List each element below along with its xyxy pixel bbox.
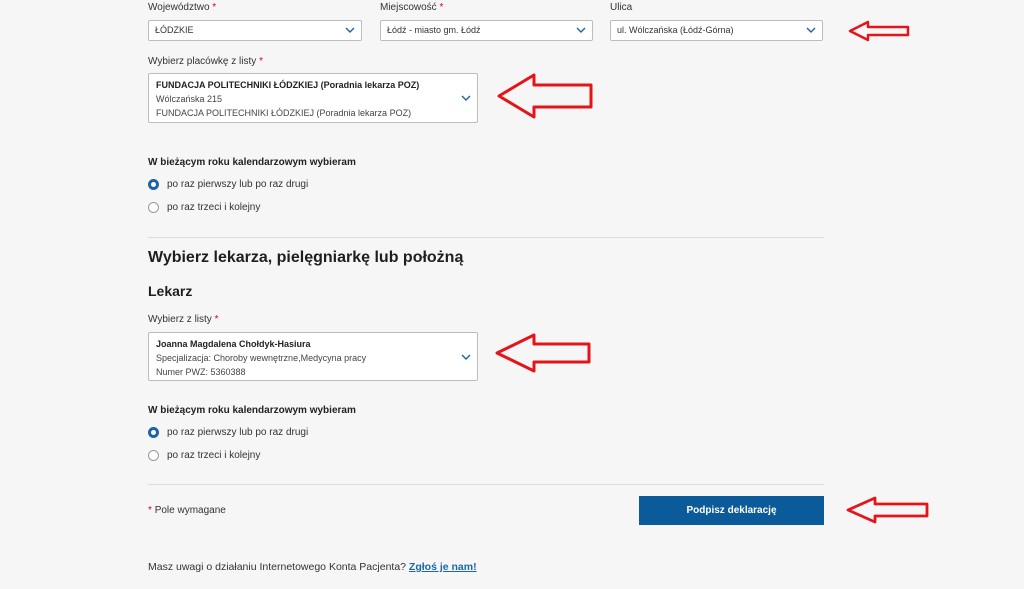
radio-unchecked-icon[interactable] — [148, 450, 159, 461]
voivodeship-select[interactable]: ŁÓDZKIE — [148, 20, 362, 41]
radio-first-or-second-2[interactable]: po raz pierwszy lub po raz drugi — [148, 427, 308, 438]
annotation-arrow-icon — [846, 496, 929, 524]
city-label: Miejscowość * — [380, 2, 444, 13]
chevron-down-icon — [806, 21, 816, 40]
radio-unchecked-icon[interactable] — [148, 202, 159, 213]
facility-label: Wybierz placówkę z listy * — [148, 56, 263, 67]
facility-name: FUNDACJA POLITECHNIKI ŁÓDZKIEJ (Poradnia… — [156, 80, 420, 90]
year-choice-title-2: W bieżącym roku kalendarzowym wybieram — [148, 405, 356, 416]
divider — [148, 237, 824, 238]
chevron-down-icon — [461, 89, 471, 108]
chevron-down-icon — [345, 21, 355, 40]
section-heading: Wybierz lekarza, pielęgniarkę lub położn… — [148, 249, 464, 266]
chevron-down-icon — [576, 21, 586, 40]
facility-subname: FUNDACJA POLITECHNIKI ŁÓDZKIEJ (Poradnia… — [156, 108, 412, 118]
sign-declaration-button[interactable]: Podpisz deklarację — [639, 496, 824, 525]
doctor-label: Wybierz z listy * — [148, 314, 219, 325]
year-choice-title: W bieżącym roku kalendarzowym wybieram — [148, 157, 356, 168]
radio-third-or-more[interactable]: po raz trzeci i kolejny — [148, 202, 260, 213]
facility-address: Wólczańska 215 — [156, 94, 223, 104]
feedback-link[interactable]: Zgłoś je nam! — [409, 561, 477, 573]
radio-first-or-second[interactable]: po raz pierwszy lub po raz drugi — [148, 179, 308, 190]
radio-checked-icon[interactable] — [148, 179, 159, 190]
street-select[interactable]: ul. Wólczańska (Łódź-Górna) — [610, 20, 823, 41]
feedback-footer: Masz uwagi o działaniu Internetowego Kon… — [148, 561, 477, 573]
doctor-pwz: Numer PWZ: 5360388 — [156, 367, 246, 377]
doctor-specialization: Specjalizacja: Choroby wewnętrzne,Medycy… — [156, 353, 367, 363]
radio-third-or-more-2[interactable]: po raz trzeci i kolejny — [148, 450, 260, 461]
annotation-arrow-icon — [848, 20, 910, 42]
radio-checked-icon[interactable] — [148, 427, 159, 438]
doctor-name: Joanna Magdalena Chołdyk-Hasiura — [156, 339, 311, 349]
divider — [148, 484, 824, 485]
doctor-select[interactable]: Joanna Magdalena Chołdyk-Hasiura Specjal… — [148, 332, 478, 381]
required-note: * Pole wymagane — [148, 505, 226, 516]
street-label: Ulica — [610, 2, 633, 13]
section-subheading: Lekarz — [148, 283, 193, 299]
facility-select[interactable]: FUNDACJA POLITECHNIKI ŁÓDZKIEJ (Poradnia… — [148, 73, 478, 123]
city-select[interactable]: Łódź - miasto gm. Łódź — [380, 20, 593, 41]
annotation-arrow-icon — [495, 333, 591, 373]
voivodeship-label: Województwo * — [148, 2, 217, 13]
annotation-arrow-icon — [497, 73, 593, 119]
chevron-down-icon — [461, 348, 471, 367]
